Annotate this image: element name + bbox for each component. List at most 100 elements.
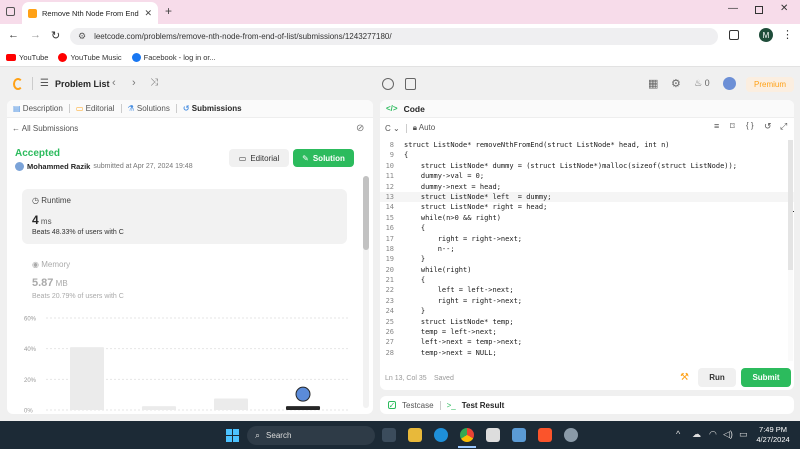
wifi-icon[interactable]: ◠ [709,429,717,440]
lock-icon: 🔒︎ [412,123,417,132]
shuffle-icon[interactable]: ⤨ [150,77,158,88]
bookmark-icon[interactable]: ⌑ [730,121,735,132]
code-scrollbar[interactable] [788,140,793,361]
chart-bar[interactable] [214,398,248,411]
forward-icon[interactable]: → [30,29,41,41]
tab-search-icon[interactable] [6,7,15,16]
submit-button[interactable]: Submit [741,368,791,387]
battery-icon[interactable]: ▭ [739,429,748,440]
problem-list-link[interactable]: Problem List [55,79,110,89]
prev-problem-icon[interactable]: ‹ [112,77,116,89]
task-view-icon[interactable] [382,428,396,442]
bookmark-youtube-music[interactable]: YouTube Music [58,53,122,62]
windows-start-icon[interactable] [226,429,239,442]
onedrive-icon[interactable]: ☁ [692,429,701,440]
line-number: 12 [385,182,394,191]
status-accepted: Accepted [15,148,61,159]
streak-counter[interactable]: ♨ 0 [694,78,710,89]
tab-solutions[interactable]: ⚗ Solutions [128,104,170,113]
divider [175,104,177,113]
edge-icon[interactable] [434,428,448,442]
minimize-icon[interactable]: — [728,3,738,14]
memory-card[interactable]: ◉ Memory 5.87 MB Beats 20.79% of users w… [22,255,347,305]
maximize-icon[interactable] [755,6,763,14]
runtime-header: ◷ Runtime [32,196,71,205]
tab-editorial[interactable]: ▭ Editorial [76,104,115,113]
browser-menu-icon[interactable]: ⋮ [782,28,793,41]
address-bar[interactable]: ⚙ leetcode.com/problems/remove-nth-node-… [70,28,718,45]
line-text: dummy->next = head; [404,182,501,191]
premium-button[interactable]: Premium [746,77,795,92]
taskbar-clock[interactable]: 7:49 PM 4/27/2024 [752,425,794,445]
code-panel: </> Code C ⌄ 🔒︎ Auto ≡ ⌑ { } ↺ ⤢ 8 struct… [380,100,794,390]
tab-test-result[interactable]: Test Result [462,401,505,410]
browser-tab[interactable]: Remove Nth Node From End o ✕ [22,2,158,24]
layout-icon[interactable]: ▦ [648,77,658,90]
back-icon[interactable]: ← [8,29,19,41]
code-line: 27 left->next = temp->next; [380,337,794,347]
leetcode-logo-icon[interactable] [13,78,23,90]
line-text: } [404,255,426,264]
site-info-icon[interactable]: ⚙ [78,31,86,42]
profile-avatar[interactable]: M [759,28,773,42]
memory-value-row: 5.87 MB [32,277,68,289]
debug-icon[interactable]: ⚒ [680,372,689,383]
settings-gear-icon[interactable]: ⚙ [671,77,681,90]
code-scrollbar-thumb[interactable] [788,140,793,270]
bookmark-facebook[interactable]: Facebook - log in or... [131,53,216,62]
file-explorer-icon[interactable] [408,428,422,442]
bookmark-youtube[interactable]: YouTube [6,53,48,62]
author-name[interactable]: Mohammed Razik [27,162,90,171]
extensions-icon[interactable] [729,30,739,40]
memory-value: 5.87 [32,277,54,289]
all-submissions-label: All Submissions [21,124,79,133]
line-number: 22 [385,286,394,295]
editorial-button[interactable]: ▭ Editorial [229,149,289,167]
chart-bar[interactable] [286,406,320,410]
reload-icon[interactable]: ↻ [51,29,60,42]
tab-title: Remove Nth Node From End o [42,8,140,18]
settings-app-icon[interactable] [564,428,578,442]
fullscreen-icon[interactable]: ⤢ [780,121,787,132]
tab-testcase[interactable]: Testcase [402,401,434,410]
next-problem-icon[interactable]: › [132,77,136,89]
line-text: dummy->val = 0; [404,172,485,181]
code-editor[interactable]: 8 struct ListNode* removeNthFromEnd(struc… [380,140,794,361]
reset-icon[interactable]: ↺ [764,121,772,132]
user-avatar[interactable] [723,77,736,90]
tab-submissions[interactable]: ↺ Submissions [183,104,242,113]
volume-icon[interactable]: ◁) [723,429,733,440]
code-line: 11 dummy->val = 0; [380,171,794,181]
share-link-icon[interactable]: ⊘ [356,123,364,134]
solution-button[interactable]: ✎ Solution [293,149,354,167]
bookmarks-bar: YouTube YouTube Music Facebook - log in … [0,49,800,67]
format-icon[interactable]: ≡ [714,121,719,131]
braces-icon[interactable]: { } [746,121,754,130]
timer-icon[interactable] [382,78,394,90]
brave-icon[interactable] [538,428,552,442]
notes-icon[interactable] [405,78,416,90]
new-tab-icon[interactable]: + [165,4,172,18]
tab-description[interactable]: ▤ Description [13,104,63,113]
chart-bar[interactable] [142,406,176,410]
app-icon[interactable] [512,428,526,442]
run-button[interactable]: Run [698,368,736,387]
window-close-icon[interactable]: ✕ [780,3,788,14]
tray-chevron-icon[interactable]: ^ [676,429,680,439]
line-number: 8 [389,141,394,149]
left-scrollbar-thumb[interactable] [363,176,369,250]
code-line: 26 temp = left->next; [380,327,794,337]
divider [120,104,122,113]
auto-mode[interactable]: 🔒︎ Auto [413,123,436,133]
left-scrollbar[interactable] [363,176,369,408]
chrome-icon[interactable] [460,428,474,442]
code-line: 12 dummy->next = head; [380,182,794,192]
chart-bar[interactable] [70,347,104,410]
bookmark-label: YouTube Music [70,53,122,62]
close-tab-icon[interactable]: ✕ [144,8,152,19]
all-submissions-link[interactable]: ← All Submissions [12,124,78,133]
runtime-card[interactable]: ◷ Runtime 4 ms Beats 48.33% of users wit… [22,189,347,244]
taskbar-search-box[interactable]: ⌕ Search [247,426,375,445]
store-icon[interactable] [486,428,500,442]
language-select[interactable]: C ⌄ [385,124,400,133]
